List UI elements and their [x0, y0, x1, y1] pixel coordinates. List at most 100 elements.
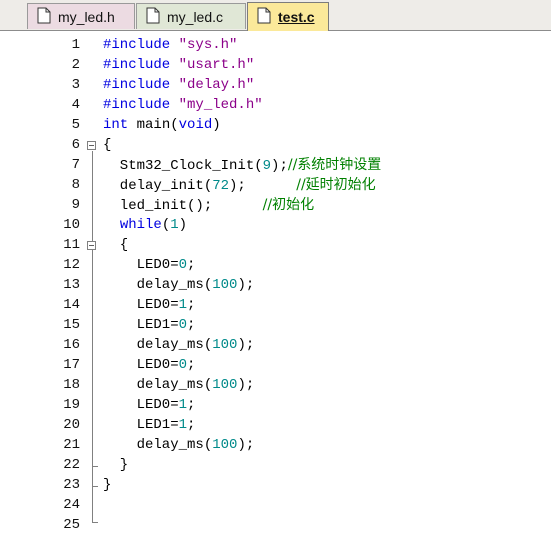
- code-line[interactable]: 23}: [0, 475, 551, 495]
- code-line[interactable]: 2 #include "usart.h": [0, 55, 551, 75]
- code-text[interactable]: LED0=0;: [103, 255, 196, 275]
- code-token: "usart.h": [178, 57, 255, 73]
- code-text[interactable]: delay_ms(100);: [103, 375, 255, 395]
- code-text[interactable]: #include "delay.h": [103, 75, 254, 95]
- code-line[interactable]: 1 #include "sys.h": [0, 35, 551, 55]
- code-token: delay_ms(: [103, 337, 213, 353]
- line-number: 25: [63, 517, 80, 533]
- code-text[interactable]: Stm32_Clock_Init(9);//系统时钟设置: [103, 155, 382, 176]
- code-line[interactable]: 14 LED0=1;: [0, 295, 551, 315]
- code-token: "my_led.h": [178, 97, 263, 113]
- code-token: void: [178, 117, 213, 133]
- code-line[interactable]: 20 LED1=1;: [0, 415, 551, 435]
- line-number: 13: [63, 277, 80, 293]
- fold-toggle-while[interactable]: [87, 241, 96, 250]
- line-number: 3: [71, 77, 80, 93]
- line-number: 5: [71, 117, 80, 133]
- code-token: ;: [187, 297, 196, 313]
- code-token: 0: [178, 357, 188, 373]
- code-line[interactable]: 9 led_init(); //初始化: [0, 195, 551, 215]
- code-text[interactable]: }: [103, 455, 128, 475]
- code-text[interactable]: {: [103, 135, 111, 155]
- code-text[interactable]: LED0=1;: [103, 295, 196, 315]
- code-token: ;: [187, 397, 196, 413]
- code-token: );: [237, 437, 255, 453]
- code-text[interactable]: LED1=0;: [103, 315, 196, 335]
- code-text[interactable]: LED1=1;: [103, 415, 196, 435]
- code-line[interactable]: 3 #include "delay.h": [0, 75, 551, 95]
- editor-tab-bar: my_led.h my_led.c test.c: [0, 0, 551, 31]
- code-line[interactable]: 24: [0, 495, 551, 515]
- code-line[interactable]: 12 LED0=0;: [0, 255, 551, 275]
- tab-label: test.c: [278, 9, 315, 25]
- code-token: ): [178, 217, 188, 233]
- code-token: delay_ms(: [103, 377, 213, 393]
- line-number: 22: [63, 457, 80, 473]
- line-number: 1: [71, 37, 80, 53]
- tab-my-led-h[interactable]: my_led.h: [27, 3, 135, 29]
- code-line[interactable]: 6{: [0, 135, 551, 155]
- code-text[interactable]: LED0=0;: [103, 355, 196, 375]
- code-token: LED0=: [103, 357, 179, 373]
- code-token: 1: [178, 397, 188, 413]
- fold-toggle-main[interactable]: [87, 141, 96, 150]
- code-line[interactable]: 15 LED1=0;: [0, 315, 551, 335]
- code-line[interactable]: 4 #include "my_led.h": [0, 95, 551, 115]
- code-text[interactable]: while(1): [103, 215, 187, 235]
- line-number: 11: [63, 237, 80, 253]
- fold-end-tail: [92, 522, 98, 523]
- code-line[interactable]: 17 LED0=0;: [0, 355, 551, 375]
- code-token: 100: [212, 437, 238, 453]
- code-line[interactable]: 18 delay_ms(100);: [0, 375, 551, 395]
- code-line[interactable]: 25: [0, 515, 551, 535]
- code-text[interactable]: led_init(); //初始化: [103, 195, 314, 216]
- code-text[interactable]: #include "usart.h": [103, 55, 254, 75]
- line-number: 24: [63, 497, 80, 513]
- line-number: 8: [71, 177, 80, 193]
- code-token: LED1=: [103, 417, 179, 433]
- code-line[interactable]: 16 delay_ms(100);: [0, 335, 551, 355]
- code-text[interactable]: delay_init(72); //延时初始化: [103, 175, 376, 196]
- line-number: 23: [63, 477, 80, 493]
- code-line[interactable]: 19 LED0=1;: [0, 395, 551, 415]
- code-line[interactable]: 7 Stm32_Clock_Init(9);//系统时钟设置: [0, 155, 551, 175]
- fold-end-while: [92, 466, 98, 467]
- code-line[interactable]: 13 delay_ms(100);: [0, 275, 551, 295]
- code-line[interactable]: 10 while(1): [0, 215, 551, 235]
- code-text[interactable]: #include "my_led.h": [103, 95, 263, 115]
- code-text[interactable]: delay_ms(100);: [103, 435, 255, 455]
- line-number: 9: [71, 197, 80, 213]
- code-token: ;: [187, 417, 196, 433]
- fold-guide-main: [92, 151, 93, 487]
- code-token: //系统时钟设置: [287, 157, 382, 173]
- tab-my-led-c[interactable]: my_led.c: [136, 3, 246, 29]
- code-text[interactable]: #include "sys.h": [103, 35, 237, 55]
- code-line[interactable]: 8 delay_init(72); //延时初始化: [0, 175, 551, 195]
- tab-label: my_led.h: [58, 9, 115, 25]
- file-icon: [37, 7, 51, 24]
- code-token: 0: [178, 317, 188, 333]
- code-token: #include: [103, 57, 179, 73]
- code-token: #include: [103, 77, 179, 93]
- code-token: 72: [212, 178, 230, 194]
- code-token: );: [237, 277, 255, 293]
- code-text[interactable]: delay_ms(100);: [103, 275, 255, 295]
- code-token: //初始化: [262, 197, 315, 213]
- code-token: LED0=: [103, 397, 179, 413]
- code-text[interactable]: delay_ms(100);: [103, 335, 255, 355]
- code-line[interactable]: 21 delay_ms(100);: [0, 435, 551, 455]
- code-token: 100: [212, 277, 238, 293]
- code-text[interactable]: }: [103, 475, 111, 495]
- code-editor[interactable]: 1 #include "sys.h" 2 #include "usart.h" 3 #in…: [0, 31, 551, 550]
- code-token: Stm32_Clock_Init(: [103, 158, 263, 174]
- code-line[interactable]: 11 {: [0, 235, 551, 255]
- code-token: {: [103, 237, 129, 253]
- tab-test-c[interactable]: test.c: [247, 2, 329, 31]
- code-text[interactable]: int main(void): [103, 115, 221, 135]
- code-text[interactable]: LED0=1;: [103, 395, 196, 415]
- code-line[interactable]: 5 int main(void): [0, 115, 551, 135]
- code-text[interactable]: {: [103, 235, 128, 255]
- code-line[interactable]: 22 }: [0, 455, 551, 475]
- code-token: );: [237, 377, 255, 393]
- code-token: int: [103, 117, 129, 133]
